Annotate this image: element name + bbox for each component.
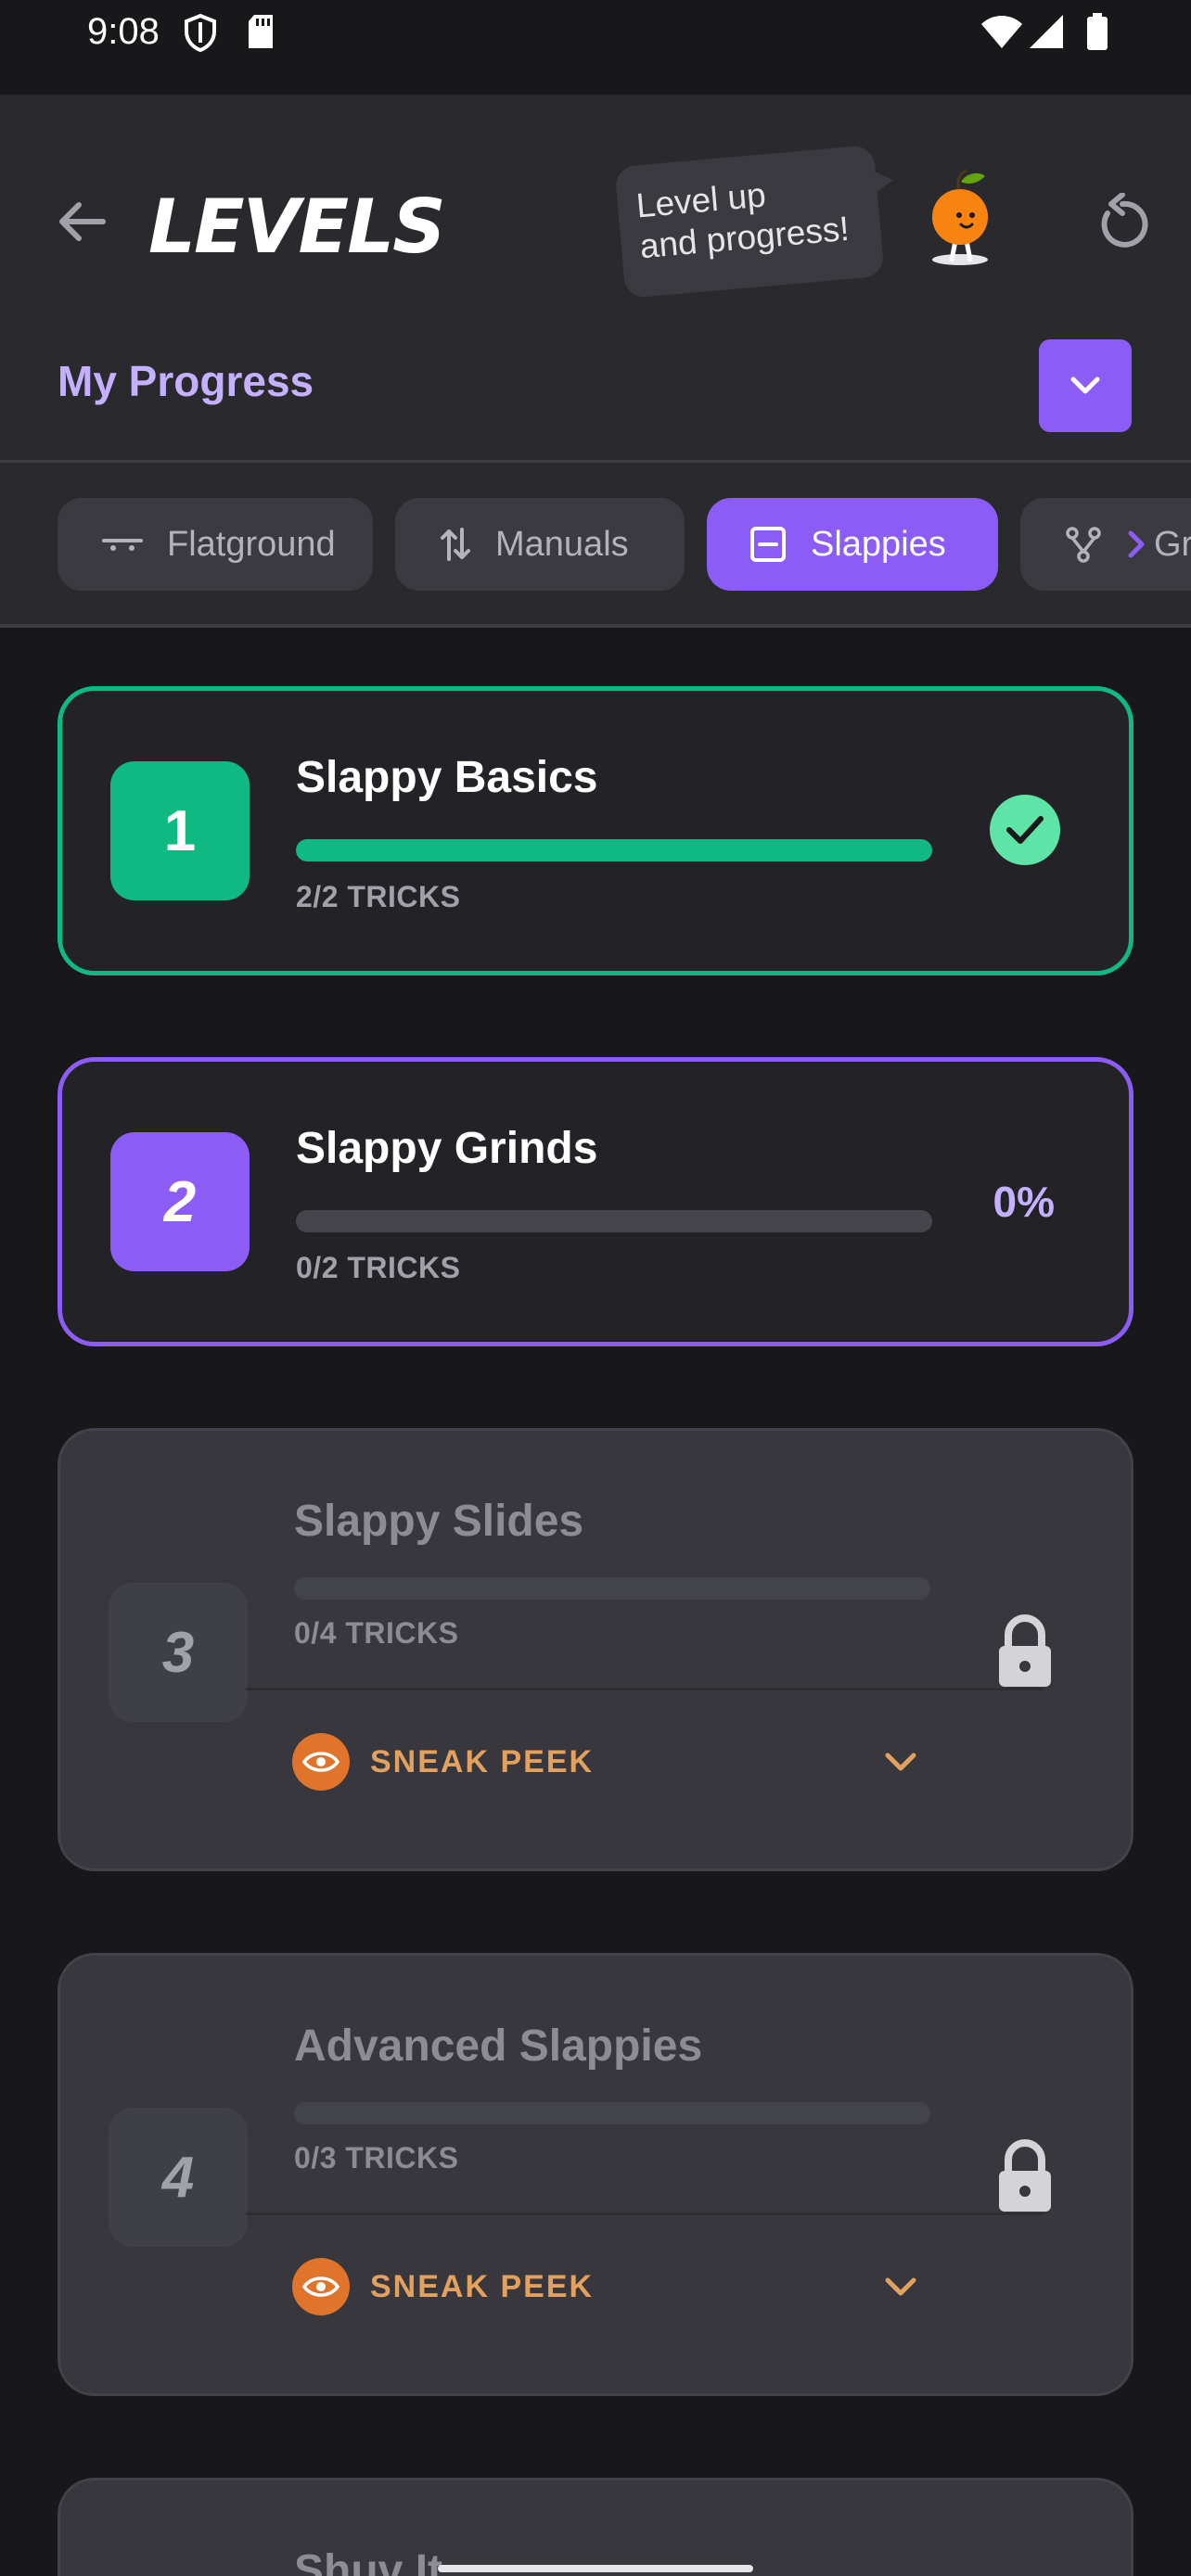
sneak-peek-toggle[interactable]: SNEAK PEEK: [292, 2258, 594, 2315]
shield-icon: [185, 13, 216, 52]
home-indicator[interactable]: [438, 2565, 753, 2572]
level-card-locked[interactable]: 4 Advanced Slappies 0/3 TRICKS SNEAK PEE…: [58, 1953, 1133, 2396]
chevron-down-icon[interactable]: [884, 2276, 917, 2299]
tricks-count: 0/3 TRICKS: [294, 2141, 459, 2174]
completed-check-icon: [990, 795, 1060, 865]
level-number-badge: 3: [109, 1583, 248, 1722]
level-title: Advanced Slappies: [294, 2021, 703, 2071]
sd-card-icon: [249, 15, 273, 48]
progress-percent: 0%: [992, 1178, 1055, 1226]
sneak-peek-toggle[interactable]: SNEAK PEEK: [292, 1733, 594, 1791]
wifi-icon: [981, 16, 1022, 48]
eye-icon: [292, 1733, 350, 1791]
tab-manuals[interactable]: Manuals: [395, 498, 685, 591]
refresh-icon: [1101, 193, 1148, 248]
sneak-peek-label: SNEAK PEEK: [370, 1743, 595, 1779]
progress-dropdown-button[interactable]: [1039, 339, 1132, 432]
level-number-badge: 4: [109, 2108, 248, 2247]
level-card-locked[interactable]: Shuv It: [58, 2478, 1133, 2576]
chevron-down-icon[interactable]: [884, 1752, 917, 1774]
category-tabs[interactable]: Flatground Manuals Slappies Grinds: [0, 463, 1191, 624]
battery-icon: [1087, 13, 1108, 50]
sneak-peek-label: SNEAK PEEK: [370, 2268, 595, 2304]
tricks-count: 0/4 TRICKS: [294, 1616, 459, 1650]
back-button[interactable]: [46, 187, 115, 256]
level-card-locked[interactable]: 3 Slappy Slides 0/4 TRICKS SNEAK PEEK: [58, 1428, 1133, 1871]
tab-label: Slappies: [811, 524, 946, 564]
tricks-count: 0/2 TRICKS: [296, 1251, 461, 1284]
tab-label: Grinds: [1154, 524, 1191, 564]
lock-icon: [999, 1614, 1051, 1687]
chevron-down-icon: [1070, 376, 1100, 394]
orange-mascot-icon[interactable]: [918, 163, 1002, 274]
speech-bubble: Level up and progress!: [614, 145, 885, 299]
eye-icon: [292, 2258, 350, 2315]
signal-icon: [1030, 15, 1063, 48]
lock-icon: [999, 2139, 1051, 2212]
tabs-divider: [0, 624, 1191, 628]
tab-grinds[interactable]: Grinds: [1020, 498, 1191, 591]
card-divider: [246, 1688, 1044, 1690]
branch-icon: [1066, 527, 1101, 563]
tab-label: Manuals: [495, 524, 629, 564]
page-title: LEVELS: [148, 184, 446, 270]
progress-bar: [294, 1577, 930, 1600]
arrows-up-down-icon: [441, 528, 470, 561]
chevron-right-icon[interactable]: [1126, 530, 1146, 558]
skateboard-icon: [102, 539, 143, 551]
rail-icon: [750, 527, 786, 562]
status-bar: 9:08: [0, 0, 1191, 95]
progress-fill: [296, 839, 932, 861]
level-title: Shuv It: [294, 2546, 443, 2576]
tab-label: Flatground: [167, 524, 336, 564]
arrow-left-icon: [59, 202, 106, 241]
level-title: Slappy Basics: [296, 753, 598, 802]
reset-button[interactable]: [1085, 185, 1159, 260]
tricks-count: 2/2 TRICKS: [296, 880, 461, 913]
progress-bar: [294, 2102, 930, 2124]
card-divider: [246, 2213, 1044, 2215]
my-progress-label[interactable]: My Progress: [58, 356, 314, 406]
tab-flatground[interactable]: Flatground: [58, 498, 373, 591]
progress-bar: [296, 1210, 932, 1232]
level-number-badge: 2: [110, 1132, 250, 1271]
tab-slappies[interactable]: Slappies: [707, 498, 998, 591]
progress-bar: [296, 839, 932, 861]
level-card-completed[interactable]: 1 Slappy Basics 2/2 TRICKS: [58, 686, 1133, 976]
level-number-badge: 1: [110, 761, 250, 900]
status-time: 9:08: [87, 11, 160, 52]
level-title: Slappy Slides: [294, 1497, 584, 1546]
level-title: Slappy Grinds: [296, 1124, 598, 1173]
header: LEVELS Level up and progress! My Progres…: [0, 95, 1191, 462]
level-card-current[interactable]: 2 Slappy Grinds 0/2 TRICKS 0%: [58, 1057, 1133, 1346]
